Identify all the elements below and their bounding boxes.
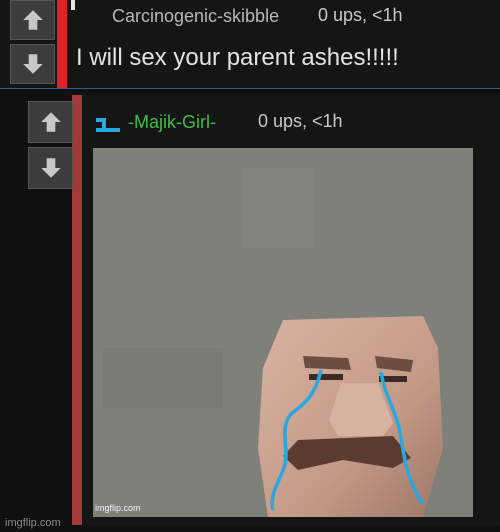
image-watermark: imgflip.com	[95, 503, 141, 513]
comment-accent-bar	[72, 95, 82, 525]
crying-face-illustration	[93, 148, 473, 517]
comment-author[interactable]: -Majik-Girl-	[128, 112, 216, 133]
downvote-button[interactable]	[28, 147, 73, 189]
comment-meta: 0 ups, <1h	[258, 111, 343, 131]
comment-meta: 0 ups, <1h	[318, 5, 403, 25]
downvote-arrow-icon	[22, 54, 43, 74]
vote-controls-1	[10, 0, 55, 88]
comment-1: Carcinogenic-skibble 0 ups, <1h I will s…	[0, 0, 500, 89]
downvote-button[interactable]	[10, 44, 55, 84]
meme-image[interactable]: imgflip.com	[93, 148, 473, 517]
upvote-arrow-icon	[22, 10, 43, 30]
downvote-arrow-icon	[40, 158, 61, 178]
comment-text: I will sex your parent ashes!!!!!	[76, 44, 399, 71]
page-watermark: imgflip.com	[5, 517, 61, 529]
upvote-button[interactable]	[28, 101, 73, 143]
upvote-button[interactable]	[10, 0, 55, 40]
flair-icon	[71, 0, 75, 10]
comment-author[interactable]: Carcinogenic-skibble	[112, 6, 279, 27]
comment-accent-bar	[57, 0, 67, 88]
upvote-arrow-icon	[40, 112, 61, 132]
user-flair-icon	[96, 118, 120, 132]
vote-controls-2	[28, 101, 73, 193]
